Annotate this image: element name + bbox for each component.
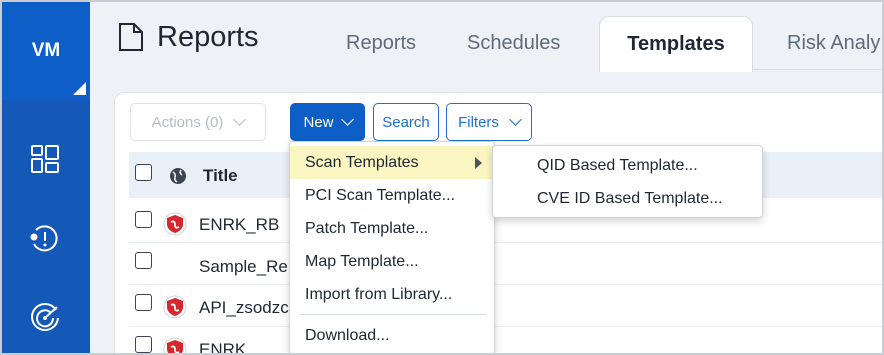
select-all-checkbox[interactable]: [135, 164, 152, 181]
filters-button[interactable]: Filters: [446, 103, 532, 141]
shield-icon: [163, 295, 187, 319]
chevron-down-icon: [233, 113, 247, 126]
app-switcher[interactable]: VM: [2, 2, 90, 100]
left-rail: VM: [2, 2, 90, 353]
row-checkbox[interactable]: [135, 211, 152, 228]
new-dropdown-menu: Scan Templates PCI Scan Template... Patc…: [289, 141, 495, 353]
menu-item-pci-scan-template[interactable]: PCI Scan Template...: [290, 179, 494, 212]
tab-templates[interactable]: Templates: [599, 16, 753, 74]
tab-reports[interactable]: Reports: [346, 32, 416, 55]
menu-item-map-template[interactable]: Map Template...: [290, 245, 494, 278]
actions-label: Actions (0): [151, 113, 224, 131]
tab-templates-label: Templates: [627, 33, 725, 55]
row-divider: [129, 326, 882, 327]
chevron-down-icon: [340, 113, 354, 126]
row-divider: [129, 284, 882, 285]
submenu-item-cve-template[interactable]: CVE ID Based Template...: [537, 190, 723, 208]
alert-clock-icon[interactable]: [28, 222, 62, 256]
search-label: Search: [382, 113, 430, 131]
tab-risk-analysis[interactable]: Risk Analy: [787, 32, 880, 55]
new-label: New: [303, 113, 334, 131]
chevron-down-icon: [509, 113, 522, 126]
menu-item-scan-templates[interactable]: Scan Templates: [290, 146, 494, 179]
app-logo: VM: [31, 40, 61, 61]
shield-icon: [163, 212, 187, 236]
table-row[interactable]: ENRK: [199, 340, 246, 353]
actions-button[interactable]: Actions (0): [130, 103, 266, 141]
table-row[interactable]: ENRK_RB: [199, 215, 279, 235]
menu-separator: [300, 314, 486, 315]
menu-item-patch-template[interactable]: Patch Template...: [290, 212, 494, 245]
shield-icon: [163, 337, 187, 353]
page-header: Reports Reports Schedules Templates Risk…: [90, 2, 882, 74]
row-checkbox[interactable]: [135, 294, 152, 311]
menu-item-import-from-library[interactable]: Import from Library...: [290, 278, 494, 311]
filters-label: Filters: [458, 113, 499, 131]
tab-divider: [753, 69, 882, 70]
document-icon: [119, 23, 143, 51]
app-window: VM Reports Reports Schedules Templates R…: [0, 0, 884, 355]
globe-icon: [170, 168, 186, 184]
table-row[interactable]: API_zsodzc: [199, 298, 289, 318]
row-divider: [129, 242, 882, 243]
new-button[interactable]: New: [290, 103, 365, 141]
menu-item-label: Scan Templates: [305, 154, 419, 171]
caret-right-icon: [475, 157, 482, 169]
radar-icon[interactable]: [28, 300, 62, 334]
tab-schedules[interactable]: Schedules: [467, 32, 560, 55]
menu-item-download[interactable]: Download...: [290, 319, 494, 352]
row-checkbox[interactable]: [135, 252, 152, 269]
scan-templates-submenu: QID Based Template... CVE ID Based Templ…: [492, 145, 763, 218]
table-row[interactable]: Sample_Re: [199, 257, 288, 277]
row-checkbox[interactable]: [135, 336, 152, 353]
search-button[interactable]: Search: [373, 103, 439, 141]
submenu-item-qid-template[interactable]: QID Based Template...: [537, 157, 698, 175]
switcher-corner-icon: [73, 82, 86, 95]
column-title[interactable]: Title: [203, 166, 238, 186]
page-title: Reports: [157, 21, 259, 53]
dashboard-icon[interactable]: [28, 142, 62, 176]
